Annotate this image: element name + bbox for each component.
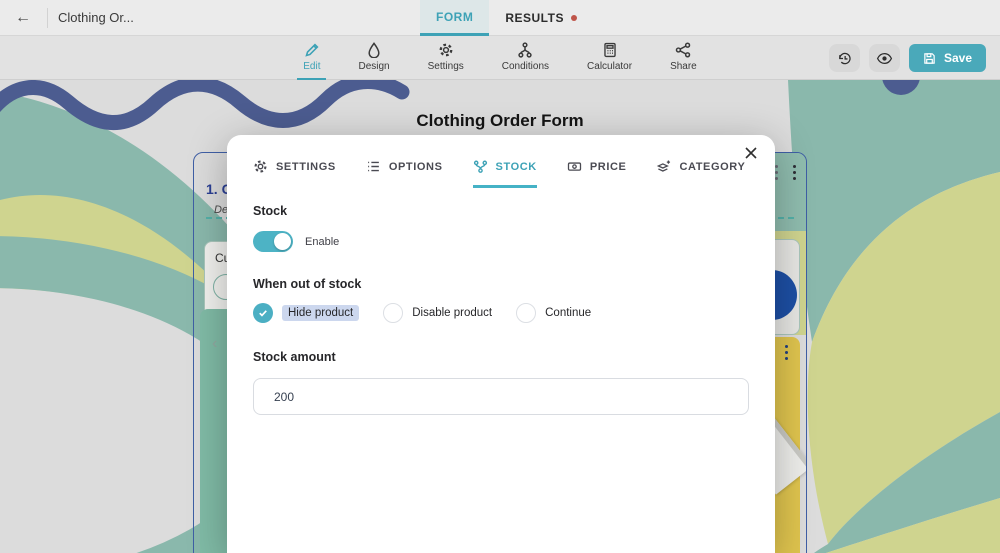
pencil-icon bbox=[304, 42, 320, 58]
toolbar-item-edit[interactable]: Edit bbox=[297, 36, 326, 80]
gear-icon bbox=[438, 42, 454, 58]
stock-icon bbox=[473, 159, 488, 174]
radio-continue[interactable]: Continue bbox=[516, 303, 591, 323]
modal-tab-label: PRICE bbox=[590, 161, 627, 173]
main-tabs: FORM RESULTS bbox=[420, 0, 593, 36]
droplet-icon bbox=[366, 42, 382, 58]
modal-body: Stock Enable When out of stock Hide prod… bbox=[227, 188, 775, 415]
tab-results-label: RESULTS bbox=[505, 11, 564, 25]
toolbar-label: Edit bbox=[303, 61, 320, 72]
kebab-menu-icon[interactable] bbox=[793, 165, 796, 180]
tab-form-label: FORM bbox=[436, 10, 473, 24]
modal-tab-label: SETTINGS bbox=[276, 161, 336, 173]
modal-tab-category[interactable]: CATEGORY bbox=[656, 159, 745, 188]
tab-results[interactable]: RESULTS bbox=[489, 0, 593, 36]
question-description: De bbox=[214, 204, 228, 216]
toolbar-item-calculator[interactable]: Calculator bbox=[581, 36, 638, 80]
history-icon bbox=[836, 50, 853, 67]
toolbar-label: Conditions bbox=[502, 61, 549, 72]
save-button-label: Save bbox=[944, 51, 972, 65]
stock-amount-input[interactable] bbox=[253, 378, 749, 415]
layers-plus-icon bbox=[656, 159, 671, 174]
out-of-stock-label: When out of stock bbox=[253, 277, 749, 291]
toolbar-label: Design bbox=[358, 61, 389, 72]
radio-unchecked-icon bbox=[383, 303, 403, 323]
radio-label: Hide product bbox=[282, 305, 359, 321]
toolbar-label: Calculator bbox=[587, 61, 632, 72]
floppy-icon bbox=[923, 52, 936, 65]
toolbar-label: Settings bbox=[428, 61, 464, 72]
banknote-icon bbox=[567, 159, 582, 174]
gear-icon bbox=[253, 159, 268, 174]
share-icon bbox=[675, 42, 691, 58]
radio-hide-product[interactable]: Hide product bbox=[253, 303, 359, 323]
modal-tabs: SETTINGS OPTIONS STOCK PRICE CATEGORY bbox=[253, 159, 775, 188]
list-icon bbox=[366, 159, 381, 174]
modal-tab-price[interactable]: PRICE bbox=[567, 159, 627, 188]
modal-tab-stock[interactable]: STOCK bbox=[473, 159, 537, 188]
toolbar-item-settings[interactable]: Settings bbox=[422, 36, 470, 80]
radio-label: Continue bbox=[545, 307, 591, 319]
eye-icon bbox=[876, 50, 893, 67]
toolbar-item-conditions[interactable]: Conditions bbox=[496, 36, 555, 80]
document-title: Clothing Or... bbox=[58, 0, 134, 36]
toolbar-item-share[interactable]: Share bbox=[664, 36, 703, 80]
calculator-icon bbox=[602, 42, 618, 58]
back-arrow-icon[interactable]: ← bbox=[12, 8, 34, 28]
save-button[interactable]: Save bbox=[909, 44, 986, 72]
toolbar-right-controls: Save bbox=[829, 44, 986, 72]
close-icon[interactable] bbox=[743, 145, 761, 163]
toolbar-item-design[interactable]: Design bbox=[352, 36, 395, 80]
modal-tab-label: OPTIONS bbox=[389, 161, 443, 173]
radio-unchecked-icon bbox=[516, 303, 536, 323]
toolbar: Edit Design Settings Conditions Calculat… bbox=[0, 36, 1000, 80]
toolbar-label: Share bbox=[670, 61, 697, 72]
stock-amount-label: Stock amount bbox=[253, 350, 749, 364]
modal-tab-label: CATEGORY bbox=[679, 161, 745, 173]
branch-icon bbox=[517, 42, 533, 58]
form-title[interactable]: Clothing Order Form bbox=[0, 111, 1000, 131]
radio-disable-product[interactable]: Disable product bbox=[383, 303, 492, 323]
stock-enable-toggle[interactable] bbox=[253, 231, 293, 252]
form-canvas: Clothing Order Form 1. Cl De Cur ‹ bbox=[0, 80, 1000, 553]
toggle-label: Enable bbox=[305, 236, 339, 248]
results-notification-dot bbox=[571, 15, 577, 21]
tab-form[interactable]: FORM bbox=[420, 0, 489, 36]
modal-tab-options[interactable]: OPTIONS bbox=[366, 159, 443, 188]
stock-settings-modal: SETTINGS OPTIONS STOCK PRICE CATEGORY St… bbox=[227, 135, 775, 553]
preview-button[interactable] bbox=[869, 44, 900, 72]
top-bar: ← Clothing Or... FORM RESULTS bbox=[0, 0, 1000, 36]
modal-tab-label: STOCK bbox=[496, 161, 537, 173]
radio-label: Disable product bbox=[412, 307, 492, 319]
radio-checked-icon bbox=[253, 303, 273, 323]
topbar-divider bbox=[47, 8, 48, 28]
drag-handle-icon[interactable] bbox=[775, 165, 778, 180]
history-button[interactable] bbox=[829, 44, 860, 72]
kebab-menu-icon[interactable] bbox=[785, 345, 788, 360]
carousel-prev-icon[interactable]: ‹ bbox=[212, 335, 217, 353]
modal-tab-settings[interactable]: SETTINGS bbox=[253, 159, 336, 188]
stock-label: Stock bbox=[253, 204, 749, 218]
